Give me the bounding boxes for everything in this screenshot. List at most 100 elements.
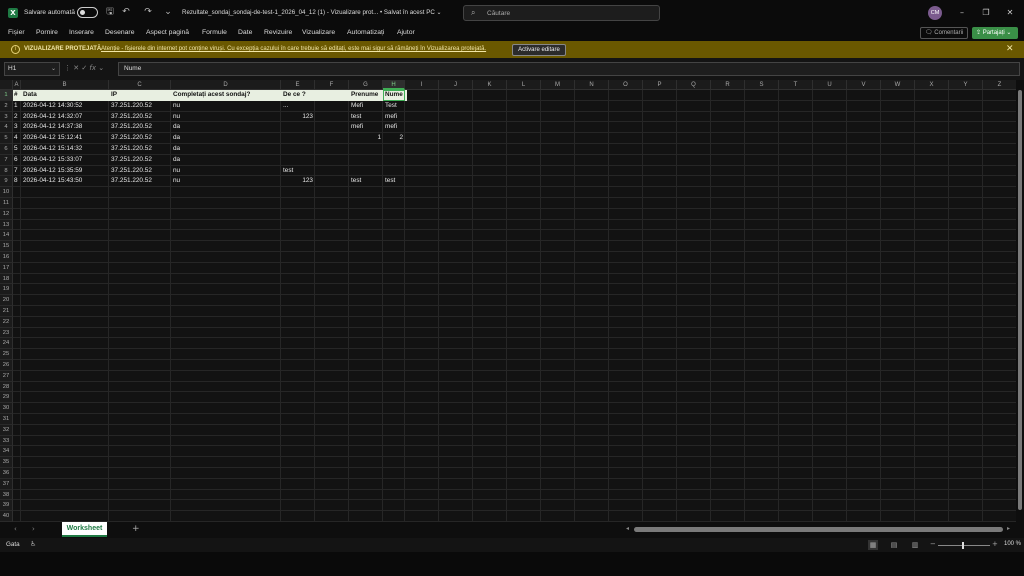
table-cell[interactable]: Mefi (349, 101, 383, 112)
table-cell[interactable]: 2026-04-12 14:37:38 (21, 122, 109, 133)
table-cell[interactable]: 37.251.220.52 (109, 122, 171, 133)
table-cell[interactable]: 8 (13, 176, 21, 187)
column-header-r[interactable]: R (711, 80, 745, 90)
column-header-k[interactable]: K (473, 80, 507, 90)
header-cell[interactable]: Data (21, 90, 109, 101)
row-header[interactable]: 37 (0, 478, 13, 490)
column-header-e[interactable]: E (281, 80, 315, 90)
row-header[interactable]: 13 (0, 219, 13, 231)
column-header-q[interactable]: Q (677, 80, 711, 90)
prev-sheet-icon[interactable]: ‹ (14, 525, 17, 533)
next-sheet-icon[interactable]: › (32, 525, 35, 533)
header-cell[interactable]: Prenume (349, 90, 383, 101)
row-header[interactable]: 38 (0, 489, 13, 501)
sheet-tab-worksheet[interactable]: Worksheet (62, 522, 107, 537)
row-header[interactable]: 14 (0, 230, 13, 242)
column-header-z[interactable]: Z (983, 80, 1016, 90)
select-all-corner[interactable] (0, 80, 13, 90)
accessibility-icon[interactable]: ♿ (30, 540, 36, 548)
tab-view[interactable]: Vizualizare (302, 29, 335, 36)
row-header[interactable]: 8 (0, 165, 13, 177)
table-cell[interactable]: mefi (349, 122, 383, 133)
row-header[interactable]: 10 (0, 187, 13, 198)
row-header[interactable]: 11 (0, 198, 13, 209)
table-cell[interactable]: 37.251.220.52 (109, 144, 171, 155)
table-cell[interactable]: da (171, 133, 281, 144)
row-header[interactable]: 15 (0, 241, 13, 252)
row-header[interactable]: 4 (0, 122, 13, 134)
row-header[interactable]: 3 (0, 111, 13, 123)
table-cell[interactable]: nu (171, 101, 281, 112)
zoom-in-icon[interactable]: + (992, 540, 998, 548)
vertical-scrollbar[interactable] (1016, 80, 1024, 522)
row-header[interactable]: 36 (0, 468, 13, 479)
row-header[interactable]: 23 (0, 327, 13, 339)
table-cell[interactable]: 2026-04-12 15:35:59 (21, 166, 109, 177)
table-cell[interactable]: 37.251.220.52 (109, 112, 171, 123)
zoom-level[interactable]: 100 % (1004, 541, 1021, 547)
table-cell[interactable]: 1 (349, 133, 383, 144)
column-header-o[interactable]: O (609, 80, 643, 90)
row-header[interactable]: 18 (0, 273, 13, 285)
tab-automate[interactable]: Automatizați (347, 29, 384, 36)
avatar[interactable]: CM (928, 6, 942, 20)
header-cell[interactable]: Completați acest sondaj? (171, 90, 281, 101)
autosave-toggle[interactable] (77, 7, 98, 18)
column-header-v[interactable]: V (847, 80, 881, 90)
column-header-p[interactable]: P (643, 80, 677, 90)
row-header[interactable]: 6 (0, 144, 13, 155)
row-header[interactable]: 35 (0, 457, 13, 468)
table-cell[interactable]: 37.251.220.52 (109, 155, 171, 166)
column-header-j[interactable]: J (439, 80, 473, 90)
table-cell[interactable]: 2 (383, 133, 405, 144)
header-cell[interactable]: # (13, 90, 21, 101)
table-cell[interactable]: 2026-04-12 15:14:32 (21, 144, 109, 155)
tab-insert[interactable]: Inserare (69, 29, 94, 36)
row-header[interactable]: 29 (0, 392, 13, 404)
row-header[interactable]: 7 (0, 154, 13, 166)
worksheet-grid[interactable]: ABCDEFGHIJKLMNOPQRSTUVWXYZ 1 2 3 4 5 6 7 8 9 10 11… (0, 80, 1016, 522)
table-cell[interactable]: test (383, 176, 405, 187)
scroll-right-icon[interactable]: ▸ (1007, 525, 1010, 532)
page-layout-view-icon[interactable]: ▤ (889, 540, 899, 550)
row-header[interactable]: 33 (0, 435, 13, 447)
redo-icon[interactable]: ↷ (142, 6, 154, 18)
row-header[interactable]: 31 (0, 414, 13, 425)
column-header-n[interactable]: N (575, 80, 609, 90)
comments-button[interactable]: 🗨 Comentarii (920, 27, 968, 39)
row-header[interactable]: 32 (0, 424, 13, 436)
column-header-a[interactable]: A (13, 80, 21, 90)
horizontal-scrollbar[interactable] (634, 527, 1003, 532)
column-header-u[interactable]: U (813, 80, 847, 90)
table-cell[interactable]: 2026-04-12 15:43:50 (21, 176, 109, 187)
table-cell[interactable]: da (171, 155, 281, 166)
zoom-slider[interactable] (938, 545, 990, 546)
row-header[interactable]: 22 (0, 316, 13, 328)
table-cell[interactable]: 37.251.220.52 (109, 176, 171, 187)
table-cell[interactable]: 2026-04-12 15:33:07 (21, 155, 109, 166)
close-icon[interactable]: ✕ (1003, 6, 1017, 20)
table-cell[interactable]: 7 (13, 166, 21, 177)
table-cell[interactable]: Test (383, 101, 405, 112)
row-header[interactable]: 19 (0, 284, 13, 296)
column-header-s[interactable]: S (745, 80, 779, 90)
tab-help[interactable]: Ajutor (397, 29, 415, 36)
normal-view-icon[interactable]: ▦ (868, 540, 878, 550)
row-header[interactable]: 21 (0, 306, 13, 317)
column-header-t[interactable]: T (779, 80, 813, 90)
table-cell[interactable]: da (171, 122, 281, 133)
column-header-x[interactable]: X (915, 80, 949, 90)
row-header[interactable]: 9 (0, 176, 13, 188)
row-header[interactable]: 28 (0, 381, 13, 393)
table-cell[interactable]: nu (171, 112, 281, 123)
page-break-view-icon[interactable]: ▥ (910, 540, 920, 550)
row-header[interactable]: 30 (0, 403, 13, 414)
search-input[interactable]: ⌕ Căutare (463, 5, 660, 21)
column-header-i[interactable]: I (405, 80, 439, 90)
table-cell[interactable]: 2026-04-12 14:30:52 (21, 101, 109, 112)
table-cell[interactable]: 3 (13, 122, 21, 133)
restore-icon[interactable]: ❐ (979, 6, 993, 20)
row-header[interactable]: 20 (0, 295, 13, 306)
scroll-left-icon[interactable]: ◂ (626, 525, 629, 532)
column-header-l[interactable]: L (507, 80, 541, 90)
